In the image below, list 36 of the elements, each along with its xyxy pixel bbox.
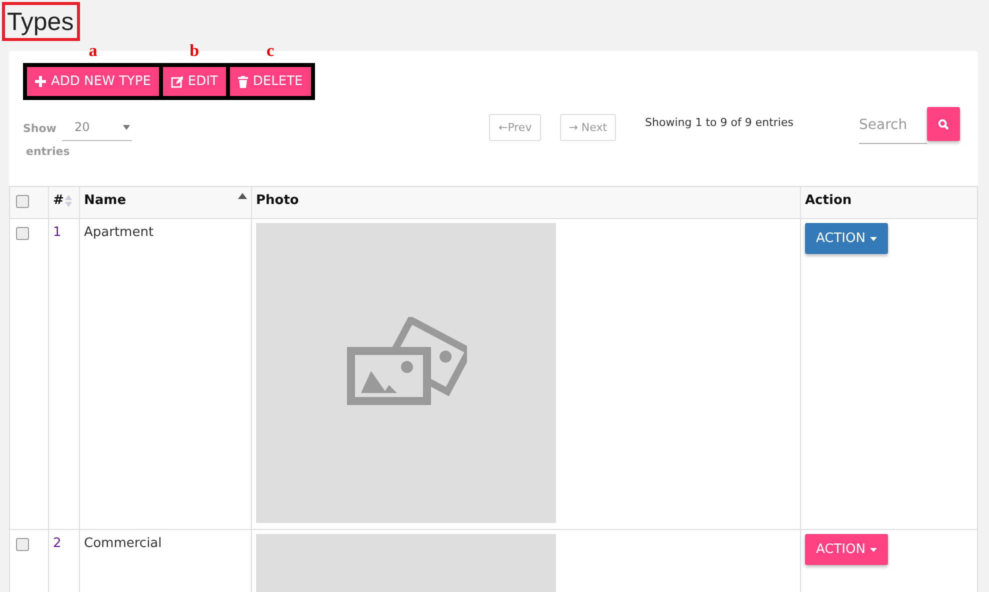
search-icon [938, 118, 949, 130]
search-button[interactable] [927, 107, 960, 141]
checkbox[interactable] [16, 227, 29, 240]
show-label: Show [23, 122, 56, 135]
page-size-select[interactable]: 20 [62, 116, 132, 141]
caret-icon [870, 236, 878, 240]
row-number: 1 [53, 225, 62, 240]
entries-label: entries [26, 145, 71, 158]
caret-icon [870, 548, 878, 552]
sort-icon [64, 194, 72, 206]
toolbar-button[interactable]: DELETE [230, 67, 311, 96]
trash-icon [238, 76, 248, 88]
annotation-letter: b [190, 42, 200, 60]
action-button[interactable]: ACTION [805, 534, 888, 565]
page-title: Types [2, 2, 80, 41]
column-header: Photo [256, 193, 299, 208]
annotation-letter: a [88, 42, 98, 60]
next-button[interactable]: → Next [560, 114, 616, 141]
sort-up-icon [238, 193, 247, 199]
checkbox[interactable] [16, 538, 29, 551]
action-button[interactable]: ACTION [805, 223, 888, 254]
type-name: Commercial [84, 536, 162, 551]
checkbox[interactable] [16, 195, 29, 208]
column-header[interactable]: # [53, 193, 64, 208]
caret-icon [123, 124, 130, 130]
type-name: Apartment [84, 225, 154, 240]
column-header[interactable]: Name [84, 193, 126, 208]
row-number: 2 [53, 536, 62, 551]
annotation-letter: c [266, 42, 274, 60]
prev-button[interactable]: ←Prev [489, 114, 541, 141]
edit-icon [170, 76, 183, 88]
toolbar-button[interactable]: ADD NEW TYPE [27, 67, 159, 96]
column-header: Action [805, 193, 852, 208]
toolbar-button[interactable]: EDIT [162, 67, 226, 96]
plus-icon [35, 76, 46, 87]
entries-info: Showing 1 to 9 of 9 entries [645, 116, 794, 129]
